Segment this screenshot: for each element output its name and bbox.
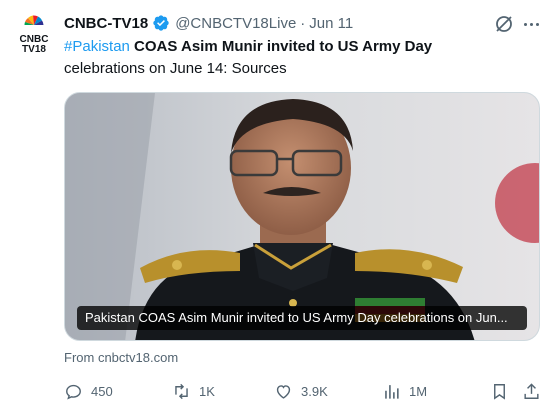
like-count: 3.9K	[301, 383, 328, 399]
more-options-icon[interactable]	[519, 13, 543, 35]
cnbc-logo-icon: CNBC TV18	[20, 15, 48, 55]
views-button[interactable]: 1M	[382, 380, 427, 402]
grok-icon[interactable]	[494, 14, 514, 34]
tweet-header: CNBC-TV18 @CNBCTV18Live · Jun 11	[64, 12, 353, 34]
reply-count: 450	[91, 383, 113, 399]
views-count: 1M	[409, 383, 428, 399]
media-caption: Pakistan COAS Asim Munir invited to US A…	[77, 306, 527, 330]
reply-button[interactable]: 450	[64, 380, 113, 402]
hashtag-link[interactable]: #Pakistan	[64, 38, 130, 55]
like-button[interactable]: 3.9K	[274, 380, 328, 402]
reply-icon	[66, 384, 81, 400]
tweet-text: #Pakistan COAS Asim Munir invited to US …	[64, 36, 534, 80]
repost-icon	[175, 383, 188, 399]
repost-button[interactable]: 1K	[172, 380, 215, 402]
verified-badge-icon	[153, 15, 169, 31]
media-card-image[interactable]	[64, 92, 540, 341]
analytics-icon	[385, 384, 399, 399]
author-handle[interactable]: @CNBCTV18Live	[175, 15, 296, 32]
author-name[interactable]: CNBC-TV18	[64, 15, 148, 32]
tweet-date[interactable]: Jun 11	[309, 15, 353, 32]
photo-illustration	[65, 93, 539, 340]
tweet-headline: COAS Asim Munir invited to US Army Day	[134, 38, 433, 55]
separator-dot: ·	[300, 14, 306, 32]
repost-count: 1K	[199, 383, 215, 399]
heart-icon	[276, 384, 291, 399]
action-bar: 450 1K 3.9K 1M	[64, 380, 544, 402]
link-source[interactable]: From cnbctv18.com	[64, 350, 178, 365]
svg-text:TV18: TV18	[22, 44, 46, 54]
avatar[interactable]: CNBC TV18	[16, 14, 52, 55]
bookmark-button[interactable]	[490, 380, 509, 402]
share-icon	[524, 382, 539, 399]
bookmark-icon	[494, 383, 505, 400]
share-button[interactable]	[522, 380, 541, 402]
tweet-text-rest: celebrations on June 14: Sources	[64, 60, 287, 77]
